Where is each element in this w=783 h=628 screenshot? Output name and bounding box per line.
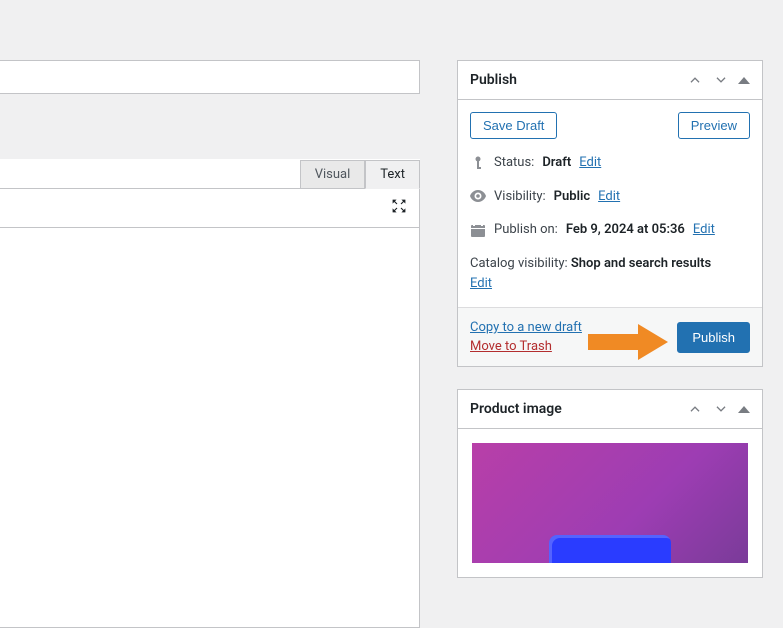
publish-on-label: Publish on: <box>494 220 558 240</box>
save-draft-button[interactable]: Save Draft <box>470 112 557 139</box>
fullscreen-icon[interactable] <box>391 198 407 218</box>
tab-visual[interactable]: Visual <box>300 160 366 189</box>
eye-icon <box>470 190 486 202</box>
publish-title: Publish <box>470 72 517 88</box>
editor-tabs: Visual Text <box>0 159 420 188</box>
chevron-up-icon[interactable] <box>686 71 704 89</box>
status-label: Status: <box>494 153 534 173</box>
editor-textarea[interactable] <box>0 228 420 628</box>
tab-text[interactable]: Text <box>365 160 420 189</box>
toggle-panel-icon[interactable] <box>738 406 750 413</box>
status-edit-link[interactable]: Edit <box>579 153 601 173</box>
content-editor: Visual Text <box>0 159 420 628</box>
catalog-edit-link[interactable]: Edit <box>470 276 492 291</box>
calendar-icon <box>470 223 486 237</box>
copy-draft-link[interactable]: Copy to a new draft <box>470 320 582 335</box>
chevron-down-icon[interactable] <box>712 400 730 418</box>
chevron-down-icon[interactable] <box>712 71 730 89</box>
product-image-thumbnail[interactable] <box>472 443 748 563</box>
publish-header: Publish <box>458 61 762 100</box>
publish-on-edit-link[interactable]: Edit <box>693 220 715 240</box>
visibility-value: Public <box>554 187 590 207</box>
key-icon <box>470 156 486 170</box>
toggle-panel-icon[interactable] <box>738 77 750 84</box>
catalog-label: Catalog visibility: <box>470 256 568 271</box>
publish-metabox: Publish Save Draft Preview Status: Draft… <box>457 60 763 367</box>
preview-button[interactable]: Preview <box>678 112 750 139</box>
catalog-value: Shop and search results <box>571 256 711 271</box>
product-title-input[interactable] <box>0 60 420 94</box>
visibility-edit-link[interactable]: Edit <box>598 187 620 207</box>
product-image-header: Product image <box>458 390 762 429</box>
chevron-up-icon[interactable] <box>686 400 704 418</box>
move-to-trash-link[interactable]: Move to Trash <box>470 339 582 354</box>
visibility-label: Visibility: <box>494 187 546 207</box>
product-image-metabox: Product image <box>457 389 763 578</box>
publish-on-value: Feb 9, 2024 at 05:36 <box>566 220 685 240</box>
status-value: Draft <box>542 153 571 173</box>
arrow-annotation-icon <box>588 324 668 360</box>
product-image-title: Product image <box>470 401 562 417</box>
publish-button[interactable]: Publish <box>677 322 750 353</box>
editor-toolbar <box>0 188 420 228</box>
